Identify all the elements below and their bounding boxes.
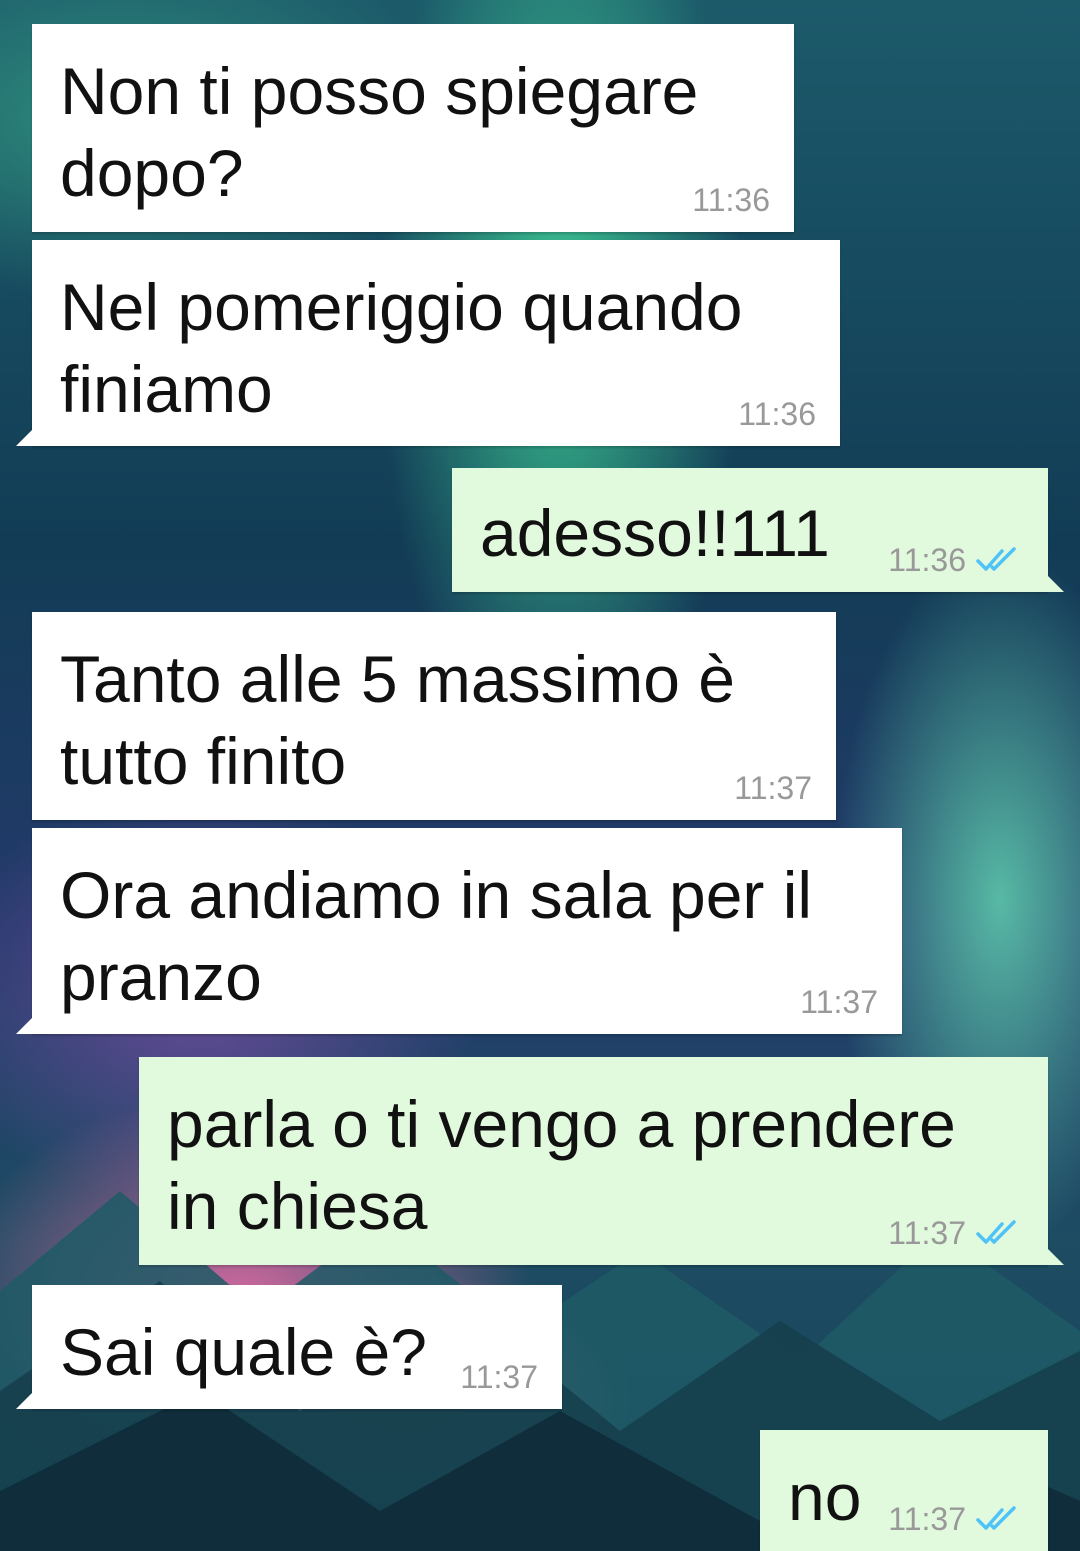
- message-time: 11:37: [460, 1359, 538, 1395]
- message-bubble-incoming[interactable]: Sai quale è? 11:37: [16, 1285, 562, 1409]
- message-text: Tanto alle 5 massimo è tutto finito: [60, 642, 735, 798]
- double-check-icon: [976, 1220, 1016, 1244]
- message-bubble-incoming[interactable]: Non ti posso spiegare dopo? 11:36: [32, 24, 794, 232]
- message-time: 11:37: [734, 770, 812, 806]
- message-time: 11:36: [692, 182, 770, 218]
- message-bubble-incoming[interactable]: Ora andiamo in sala per il pranzo 11:37: [16, 828, 902, 1034]
- message-bubble-outgoing[interactable]: adesso!!111 11:36: [452, 468, 1064, 592]
- message-meta: 11:37: [888, 1215, 1024, 1251]
- message-meta: 11:36: [692, 182, 770, 218]
- message-time: 11:37: [888, 1501, 966, 1537]
- message-time: 11:36: [888, 542, 966, 578]
- message-time: 11:37: [888, 1215, 966, 1251]
- message-text: Ora andiamo in sala per il pranzo: [60, 858, 813, 1014]
- message-meta: 11:37: [460, 1359, 538, 1395]
- message-bubble-outgoing[interactable]: no 11:37: [760, 1430, 1048, 1551]
- message-meta: 11:37: [888, 1501, 1024, 1537]
- message-bubble-outgoing[interactable]: parla o ti vengo a prendere in chiesa 11…: [139, 1057, 1064, 1265]
- message-text: Non ti posso spiegare dopo?: [60, 54, 699, 210]
- message-meta: 11:36: [738, 396, 816, 432]
- message-time: 11:37: [800, 984, 878, 1020]
- message-bubble-incoming[interactable]: Nel pomeriggio quando finiamo 11:36: [16, 240, 840, 446]
- chat-background: Non ti posso spiegare dopo? 11:36 Nel po…: [0, 0, 1080, 1551]
- double-check-icon: [976, 547, 1016, 571]
- double-check-icon: [976, 1506, 1016, 1530]
- message-time: 11:36: [738, 396, 816, 432]
- message-bubble-incoming[interactable]: Tanto alle 5 massimo è tutto finito 11:3…: [32, 612, 836, 820]
- message-meta: 11:37: [800, 984, 878, 1020]
- message-meta: 11:37: [734, 770, 812, 806]
- message-text: Nel pomeriggio quando finiamo: [60, 270, 743, 426]
- message-meta: 11:36: [888, 542, 1024, 578]
